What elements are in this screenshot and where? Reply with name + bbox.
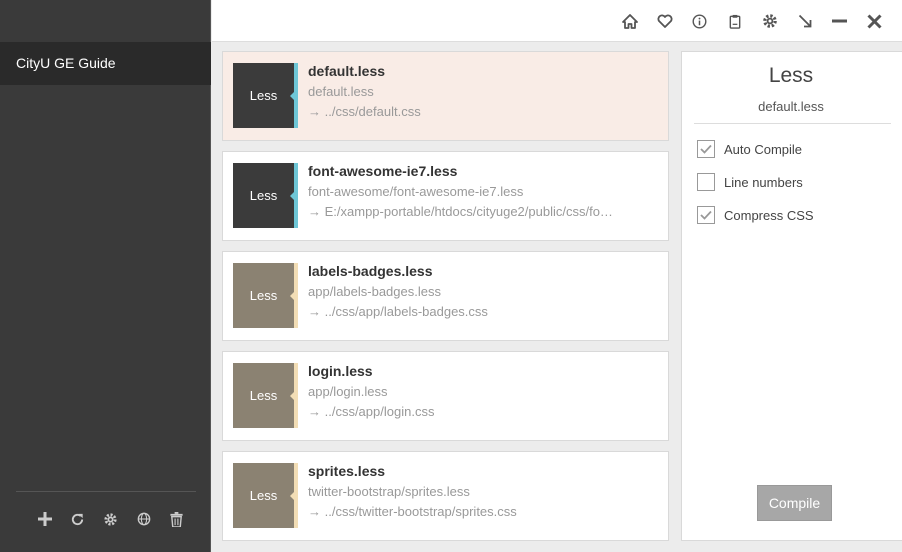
- compress-css-checkbox[interactable]: [697, 206, 715, 224]
- file-item-labels-badges[interactable]: Less labels-badges.less app/labels-badge…: [222, 251, 669, 341]
- file-list: Less default.less default.less → ../css/…: [212, 42, 679, 552]
- line-numbers-checkbox[interactable]: [697, 173, 715, 191]
- line-numbers-label: Line numbers: [724, 174, 803, 190]
- file-item-login[interactable]: Less login.less app/login.less → ../css/…: [222, 351, 669, 441]
- clipboard-icon: [729, 14, 740, 29]
- file-name: sprites.less: [308, 463, 386, 479]
- checkmark-icon: [700, 210, 712, 220]
- heart-icon: [657, 14, 672, 28]
- auto-compile-option[interactable]: Auto Compile: [697, 139, 802, 159]
- info-button[interactable]: [682, 9, 717, 33]
- remove-project-button[interactable]: [160, 507, 193, 531]
- compress-css-label: Compress CSS: [724, 207, 814, 223]
- checkmark-icon: [700, 144, 712, 154]
- file-settings-panel: Less default.less Auto Compile Line numb…: [681, 51, 902, 541]
- globe-icon: [137, 512, 150, 526]
- file-output-path: → ../css/app/login.css: [308, 404, 435, 419]
- auto-compile-checkbox[interactable]: [697, 140, 715, 158]
- top-toolbar: [212, 0, 902, 42]
- add-project-button[interactable]: [28, 507, 61, 531]
- file-type-badge: Less: [233, 263, 294, 328]
- collapse-window-button[interactable]: [787, 9, 822, 33]
- file-item-default[interactable]: Less default.less default.less → ../css/…: [222, 51, 669, 141]
- file-type-badge: Less: [233, 363, 294, 428]
- info-icon: [692, 14, 707, 28]
- close-icon: [867, 13, 882, 29]
- sidebar-divider: [16, 491, 196, 492]
- file-output-path: → ../css/app/labels-badges.css: [308, 304, 488, 319]
- plus-icon: [37, 512, 52, 526]
- file-item-font-awesome-ie7[interactable]: Less font-awesome-ie7.less font-awesome/…: [222, 151, 669, 241]
- file-source-path: twitter-bootstrap/sprites.less: [308, 484, 470, 499]
- file-name: default.less: [308, 63, 386, 79]
- home-icon: [621, 13, 638, 29]
- file-name: font-awesome-ie7.less: [308, 163, 458, 179]
- compress-css-option[interactable]: Compress CSS: [697, 205, 814, 225]
- sidebar-toolbar: [28, 507, 193, 531]
- auto-compile-label: Auto Compile: [724, 141, 803, 157]
- file-output-path: → E:/xampp-portable/htdocs/cityuge2/publ…: [308, 204, 613, 219]
- accent-notch: [290, 91, 295, 101]
- close-button[interactable]: [857, 9, 892, 33]
- file-output-path: → ../css/default.css: [308, 104, 421, 119]
- file-type-badge: Less: [233, 63, 294, 128]
- file-type-badge: Less: [233, 163, 294, 228]
- refresh-icon: [71, 513, 84, 525]
- sidebar-item-project[interactable]: CityU GE Guide: [0, 42, 211, 85]
- file-item-sprites[interactable]: Less sprites.less twitter-bootstrap/spri…: [222, 451, 669, 541]
- trash-icon: [170, 511, 183, 527]
- compile-button[interactable]: Compile: [757, 485, 832, 521]
- panel-title: Less: [768, 64, 814, 87]
- favorite-button[interactable]: [647, 9, 682, 33]
- line-numbers-option[interactable]: Line numbers: [697, 172, 803, 192]
- file-name: labels-badges.less: [308, 263, 433, 279]
- accent-notch: [290, 191, 295, 201]
- accent-notch: [290, 291, 295, 301]
- gear-icon: [762, 14, 777, 28]
- minimize-icon: [832, 19, 847, 23]
- sidebar: CityU GE Guide: [0, 0, 211, 552]
- arrow-down-right-icon: [798, 14, 811, 28]
- file-source-path: app/login.less: [308, 384, 388, 399]
- home-button[interactable]: [612, 9, 647, 33]
- file-name: login.less: [308, 363, 373, 379]
- minimize-button[interactable]: [822, 9, 857, 33]
- panel-divider: [694, 123, 891, 124]
- gear-icon: [104, 512, 117, 526]
- file-source-path: app/labels-badges.less: [308, 284, 441, 299]
- log-button[interactable]: [717, 9, 752, 33]
- settings-button[interactable]: [752, 9, 787, 33]
- browser-button[interactable]: [127, 507, 160, 531]
- accent-notch: [290, 391, 295, 401]
- project-settings-button[interactable]: [94, 507, 127, 531]
- file-source-path: font-awesome/font-awesome-ie7.less: [308, 184, 524, 199]
- accent-notch: [290, 491, 295, 501]
- file-source-path: default.less: [308, 84, 374, 99]
- file-output-path: → ../css/twitter-bootstrap/sprites.css: [308, 504, 517, 519]
- panel-subtitle: default.less: [758, 99, 824, 114]
- file-type-badge: Less: [233, 463, 294, 528]
- refresh-button[interactable]: [61, 507, 94, 531]
